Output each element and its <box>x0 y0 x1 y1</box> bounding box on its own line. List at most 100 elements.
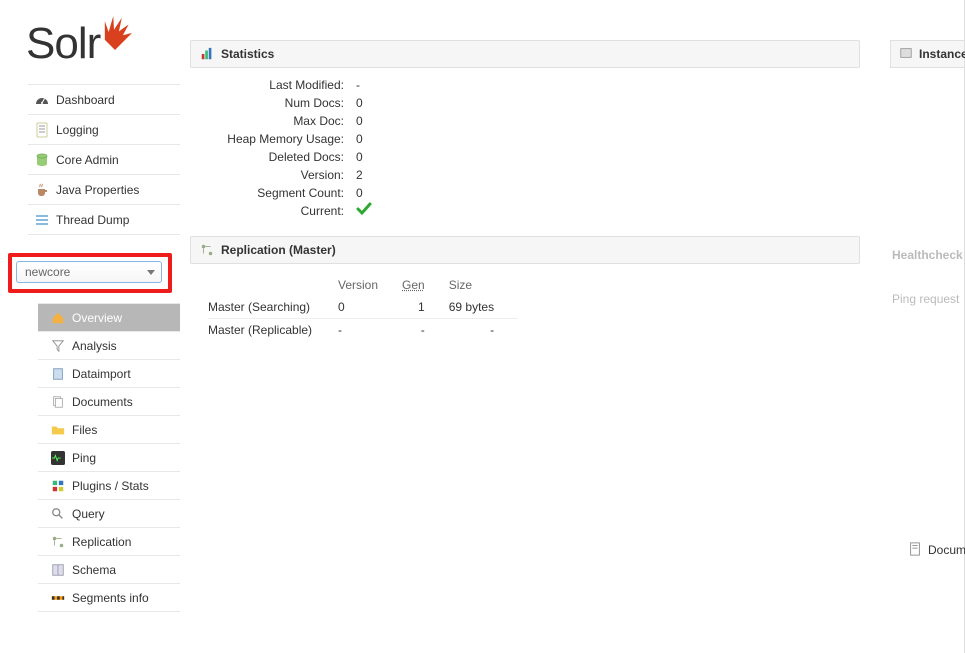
stat-version-value: 2 <box>350 166 363 184</box>
magnifier-icon <box>50 506 66 522</box>
core-selector[interactable]: newcore <box>16 261 162 283</box>
subnav-ping[interactable]: Ping <box>38 444 180 472</box>
ping-request-text: Ping request <box>890 292 965 306</box>
rep-replicable-gen: - <box>402 319 449 342</box>
subnav-segments[interactable]: Segments info <box>38 584 180 612</box>
subnav-dataimport-label: Dataimport <box>72 367 131 381</box>
instance-title: Instance <box>919 41 965 67</box>
nav-logging-label: Logging <box>56 123 99 137</box>
stat-deleted-label: Deleted Docs: <box>190 148 350 166</box>
heartbeat-icon <box>50 450 66 466</box>
logo-text: Solr <box>26 19 100 68</box>
logo: Solr <box>0 0 180 84</box>
subnav-query-label: Query <box>72 507 105 521</box>
rep-replicable-version: - <box>338 319 402 342</box>
stat-num-docs-label: Num Docs: <box>190 94 350 112</box>
rep-col-gen: Gen <box>402 274 449 296</box>
coffee-icon <box>34 182 50 198</box>
healthcheck-header: Healthcheck <box>890 248 965 262</box>
subnav-files[interactable]: Files <box>38 416 180 444</box>
rep-row-searching: Master (Searching) 0 1 69 bytes <box>208 296 518 319</box>
instance-header: Instance <box>890 40 965 68</box>
replication-table: Version Gen Size Master (Searching) 0 1 … <box>208 274 860 341</box>
rep-col-version: Version <box>338 274 402 296</box>
stat-current-value <box>350 202 372 220</box>
threads-icon <box>34 212 50 228</box>
nav-java-label: Java Properties <box>56 183 139 197</box>
database-icon <box>34 152 50 168</box>
replication-title: Replication (Master) <box>221 237 336 263</box>
rep-searching-name: Master (Searching) <box>208 296 338 319</box>
replication-icon <box>50 534 66 550</box>
stat-version-label: Version: <box>190 166 350 184</box>
nav-thread-label: Thread Dump <box>56 213 129 227</box>
subnav-dataimport[interactable]: Dataimport <box>38 360 180 388</box>
stat-segment-value: 0 <box>350 184 363 202</box>
stat-segment-label: Segment Count: <box>190 184 350 202</box>
documentation-label: Documentation <box>928 543 965 557</box>
stat-last-modified-label: Last Modified: <box>190 76 350 94</box>
core-selector-value: newcore <box>25 265 70 279</box>
plugin-icon <box>50 478 66 494</box>
document-text-icon <box>34 122 50 138</box>
rep-replicable-name: Master (Replicable) <box>208 319 338 342</box>
document-icon <box>908 542 924 558</box>
replication-header: Replication (Master) <box>190 236 860 264</box>
stat-num-docs-value: 0 <box>350 94 363 112</box>
stat-current-label: Current: <box>190 202 350 220</box>
rep-col-size: Size <box>449 274 518 296</box>
subnav-files-label: Files <box>72 423 97 437</box>
rep-searching-version: 0 <box>338 296 402 319</box>
subnav-query[interactable]: Query <box>38 500 180 528</box>
gauge-icon <box>34 92 50 108</box>
stat-heap-label: Heap Memory Usage: <box>190 130 350 148</box>
documentation-link[interactable]: Documentation <box>908 542 965 558</box>
subnav-analysis[interactable]: Analysis <box>38 332 180 360</box>
rep-searching-gen: 1 <box>402 296 449 319</box>
subnav-plugins[interactable]: Plugins / Stats <box>38 472 180 500</box>
rep-replicable-size: - <box>449 319 518 342</box>
home-icon <box>50 310 66 326</box>
subnav-replication-label: Replication <box>72 535 131 549</box>
subnav-segments-label: Segments info <box>72 591 149 605</box>
documents-icon <box>50 394 66 410</box>
rep-searching-size: 69 bytes <box>449 296 518 319</box>
solr-sun-icon <box>98 14 132 48</box>
statistics-body: Last Modified:- Num Docs:0 Max Doc:0 Hea… <box>190 68 860 236</box>
subnav-schema-label: Schema <box>72 563 116 577</box>
book-icon <box>50 562 66 578</box>
nav-core-admin-label: Core Admin <box>56 153 119 167</box>
server-icon <box>899 46 913 62</box>
nav-dashboard[interactable]: Dashboard <box>28 85 180 115</box>
subnav-ping-label: Ping <box>72 451 96 465</box>
bar-chart-icon <box>199 46 215 62</box>
replication-icon <box>199 242 215 258</box>
funnel-icon <box>50 338 66 354</box>
subnav-overview-label: Overview <box>72 311 122 325</box>
stat-max-doc-value: 0 <box>350 112 363 130</box>
stat-last-modified-value: - <box>350 76 360 94</box>
barrier-icon <box>50 590 66 606</box>
chevron-down-icon <box>147 270 155 275</box>
nav-dashboard-label: Dashboard <box>56 93 115 107</box>
stat-max-doc-label: Max Doc: <box>190 112 350 130</box>
nav-thread-dump[interactable]: Thread Dump <box>28 205 180 235</box>
nav-core-admin[interactable]: Core Admin <box>28 145 180 175</box>
subnav-plugins-label: Plugins / Stats <box>72 479 149 493</box>
stat-heap-value: 0 <box>350 130 363 148</box>
checkmark-icon <box>356 202 372 216</box>
subnav-replication[interactable]: Replication <box>38 528 180 556</box>
subnav-overview[interactable]: Overview <box>38 304 180 332</box>
subnav-analysis-label: Analysis <box>72 339 117 353</box>
rep-row-replicable: Master (Replicable) - - - <box>208 319 518 342</box>
stat-deleted-value: 0 <box>350 148 363 166</box>
subnav-schema[interactable]: Schema <box>38 556 180 584</box>
statistics-header: Statistics <box>190 40 860 68</box>
folder-icon <box>50 422 66 438</box>
import-icon <box>50 366 66 382</box>
nav-logging[interactable]: Logging <box>28 115 180 145</box>
subnav-documents[interactable]: Documents <box>38 388 180 416</box>
core-selector-highlight: newcore <box>8 253 172 293</box>
statistics-title: Statistics <box>221 41 274 67</box>
nav-java-properties[interactable]: Java Properties <box>28 175 180 205</box>
